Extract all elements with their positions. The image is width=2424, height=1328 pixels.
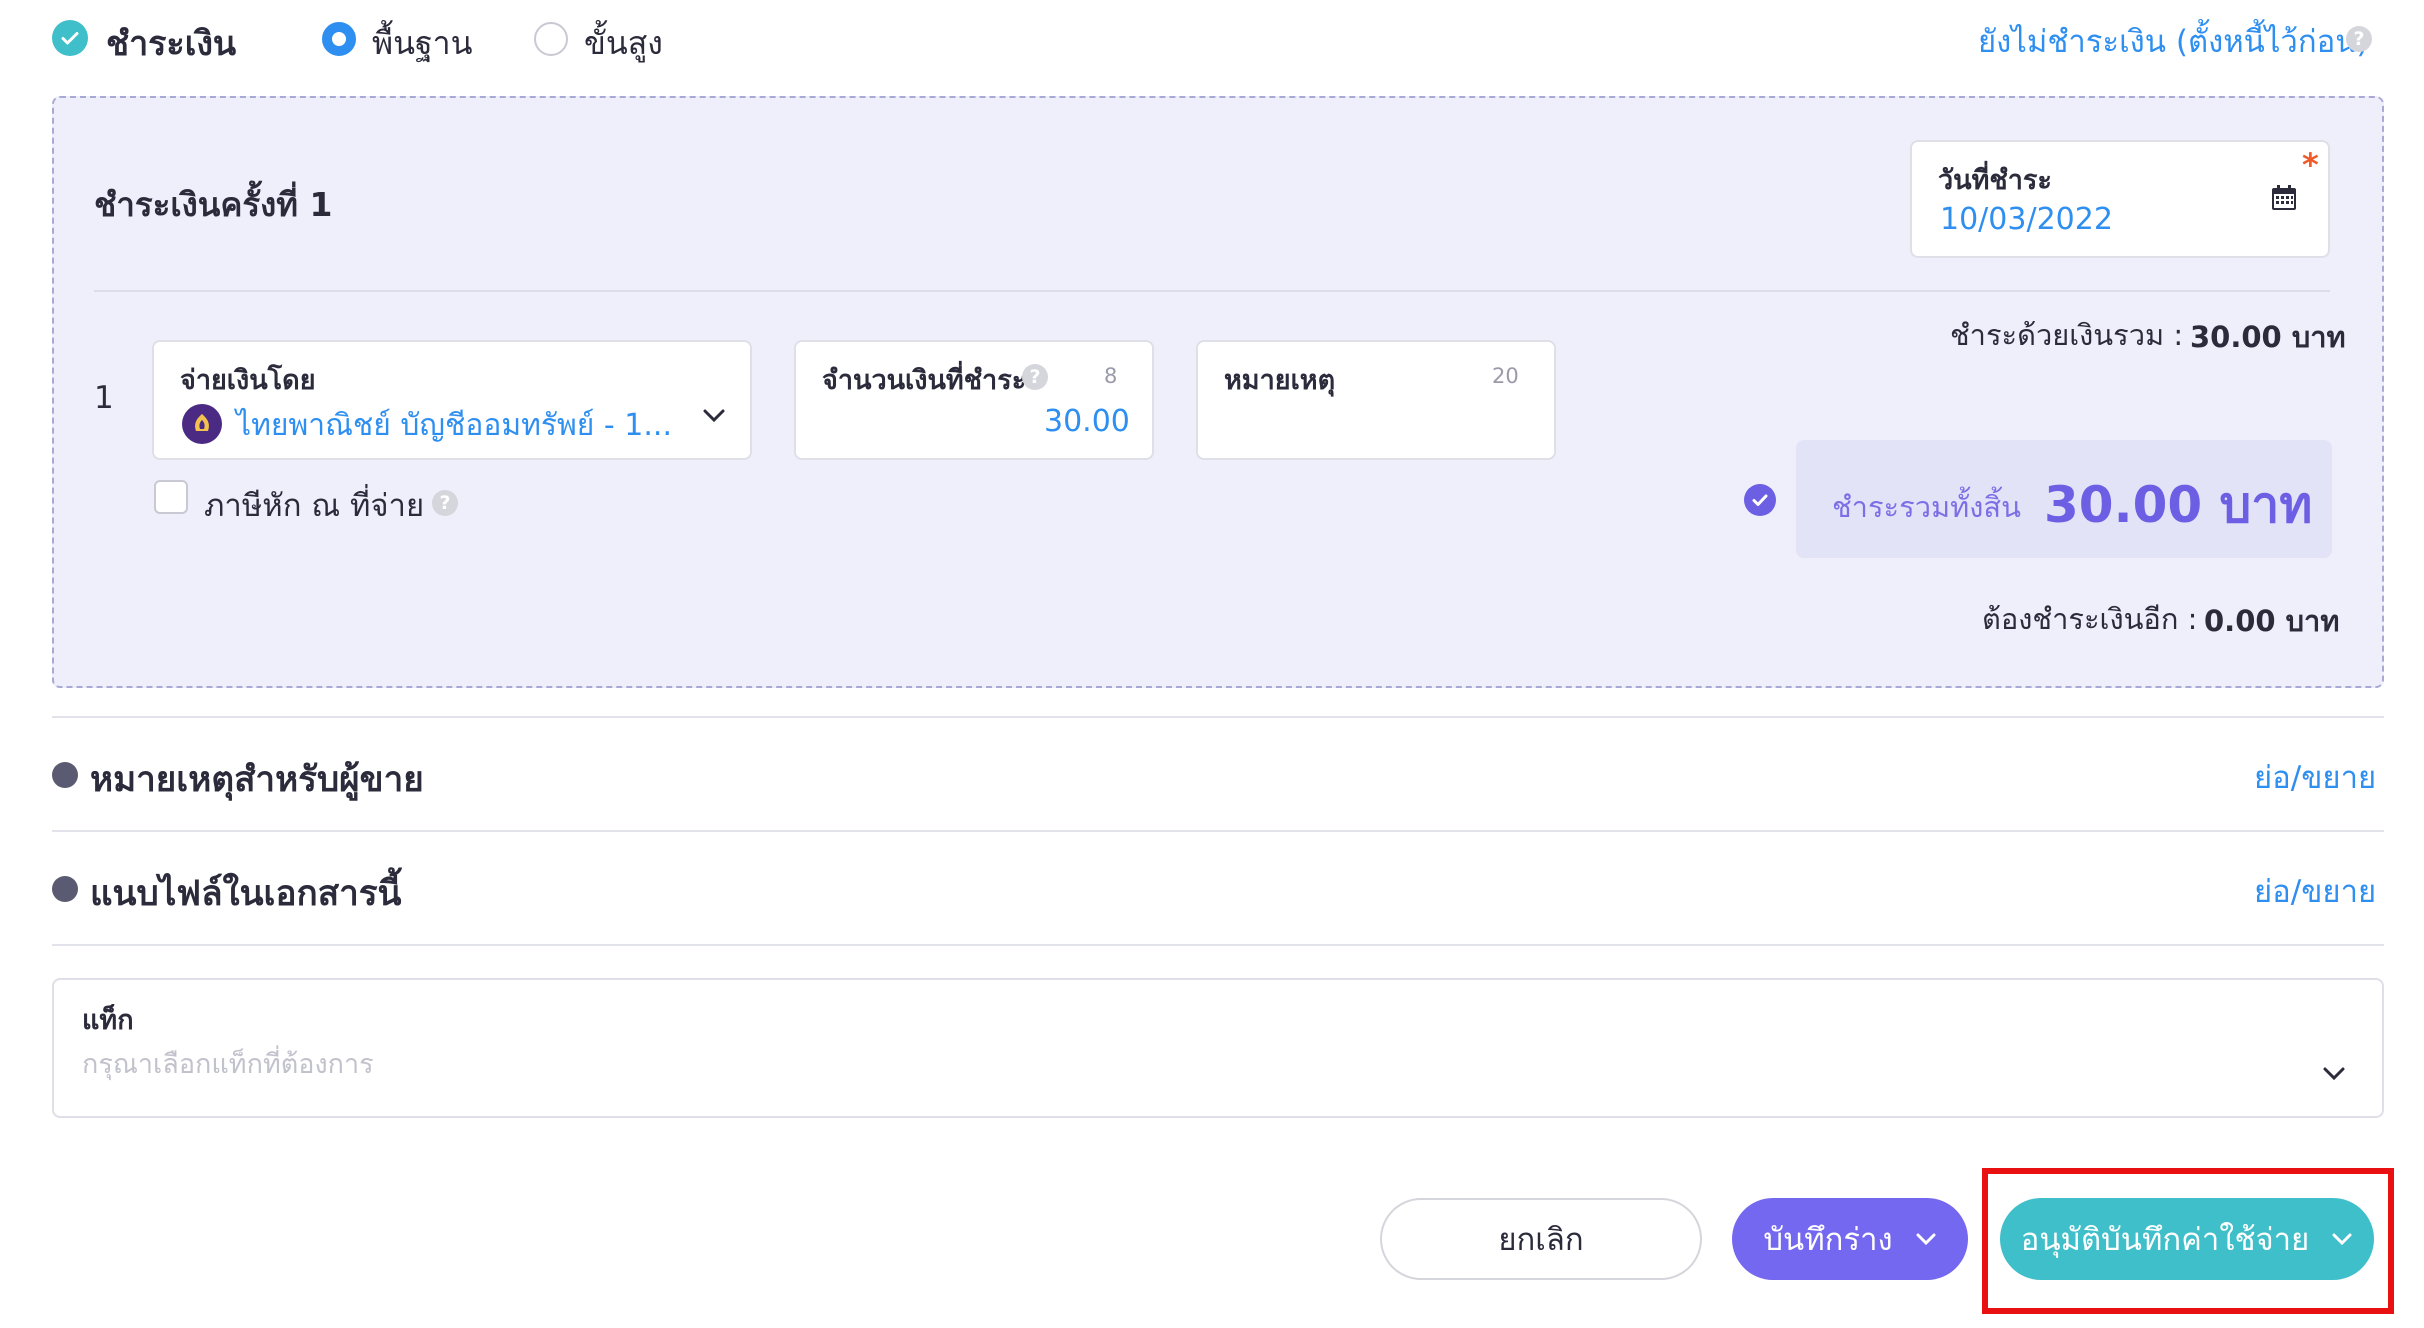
calendar-icon[interactable] [2270, 184, 2298, 216]
note-char-counter: 20 [1492, 364, 1519, 388]
section-bullet [52, 762, 78, 788]
bank-scb-icon [182, 404, 222, 444]
withholding-help-icon[interactable]: ? [432, 490, 458, 516]
tag-select[interactable] [52, 978, 2384, 1118]
save-draft-button-label: บันทึกร่าง [1763, 1222, 1893, 1258]
pay-by-value: ไทยพาณิชย์ บัญชีออมทรัพย์ - 1... [236, 408, 672, 443]
amount-value[interactable]: 30.00 [1044, 404, 1130, 439]
payment-enabled-check-icon[interactable] [52, 20, 88, 56]
note-label: หมายเหตุ [1224, 365, 1336, 396]
withholding-tax-checkbox[interactable] [154, 480, 188, 514]
amount-help-icon[interactable]: ? [1022, 364, 1048, 390]
grand-total-value: 30.00 บาท [2044, 476, 2313, 534]
unpaid-link[interactable]: ยังไม่ชำระเงิน (ตั้งหนี้ไว้ก่อน) [1978, 16, 2369, 66]
grand-total-label: ชำระรวมทั้งสิ้น [1832, 490, 2021, 524]
unpaid-help-icon[interactable]: ? [2346, 26, 2372, 52]
tag-placeholder[interactable]: กรุณาเลือกแท็กที่ต้องการ [82, 1042, 374, 1085]
payment-row-number: 1 [94, 380, 114, 416]
tag-label: แท็ก [82, 1005, 134, 1036]
cancel-button[interactable]: ยกเลิก [1380, 1198, 1702, 1280]
highlight-box [1982, 1168, 2394, 1314]
section-divider [52, 944, 2384, 946]
remaining-label: ต้องชำระเงินอีก : [1982, 602, 2198, 636]
pay-by-label: จ่ายเงินโดย [180, 365, 316, 396]
seller-note-section-title[interactable]: หมายเหตุสำหรับผู้ขาย [90, 752, 424, 807]
amount-label: จำนวนเงินที่ชำระ [822, 365, 1027, 396]
mode-advanced-label[interactable]: ขั้นสูง [584, 18, 663, 69]
chevron-down-icon[interactable] [702, 408, 726, 428]
section-bullet [52, 876, 78, 902]
chevron-down-icon [1916, 1233, 1936, 1246]
attach-files-section-title[interactable]: แนบไฟล์ในเอกสารนี้ [90, 866, 401, 921]
section-divider [52, 716, 2384, 718]
total-confirm-check-icon [1744, 484, 1776, 516]
payment-section-title: ชำระเงิน [106, 24, 237, 64]
seller-note-toggle-link[interactable]: ย่อ/ขยาย [2254, 752, 2376, 802]
mode-advanced-radio[interactable] [534, 22, 568, 56]
paid-total-value: 30.00 บาท [2190, 320, 2346, 354]
chevron-down-icon[interactable] [2322, 1066, 2346, 1086]
withholding-tax-label[interactable]: ภาษีหัก ณ ที่จ่าย [204, 480, 424, 530]
save-draft-button[interactable]: บันทึกร่าง [1732, 1198, 1968, 1280]
paid-total-label: ชำระด้วยเงินรวม : [1950, 318, 2184, 352]
cancel-button-label: ยกเลิก [1498, 1222, 1584, 1258]
amount-char-counter: 8 [1104, 364, 1118, 388]
panel-divider [94, 290, 2330, 292]
remaining-value: 0.00 บาท [2204, 604, 2340, 638]
payment-round-title: ชำระเงินครั้งที่ 1 [94, 185, 333, 224]
mode-basic-label[interactable]: พื้นฐาน [372, 18, 472, 69]
required-marker: * [2302, 146, 2319, 184]
section-divider [52, 830, 2384, 832]
pay-date-label: วันที่ชำระ [1938, 165, 2052, 196]
attach-files-toggle-link[interactable]: ย่อ/ขยาย [2254, 866, 2376, 916]
mode-basic-radio[interactable] [322, 22, 356, 56]
pay-date-value[interactable]: 10/03/2022 [1940, 202, 2113, 237]
